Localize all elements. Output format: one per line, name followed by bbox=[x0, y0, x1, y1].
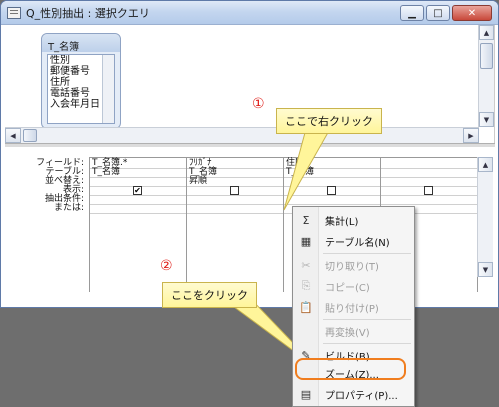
paste-icon: 📋 bbox=[299, 300, 313, 314]
sigma-icon: Σ bbox=[302, 213, 310, 227]
menu-item-copy[interactable]: ⎘ コピー(C) bbox=[293, 276, 414, 296]
menu-item-table-names[interactable]: ▦ テーブル名(N) bbox=[293, 231, 414, 251]
menu-item-properties[interactable]: ▤ プロパティ(P)... bbox=[293, 384, 414, 404]
menu-item-reconvert[interactable]: 再変換(V) bbox=[293, 321, 414, 341]
menu-item-cut[interactable]: ✂ 切り取り(T) bbox=[293, 255, 414, 275]
step-number-1: ① bbox=[252, 96, 265, 112]
annotation-pointers bbox=[220, 128, 331, 370]
callout-right-click: ここで右クリック bbox=[276, 108, 382, 134]
step-number-2: ② bbox=[160, 258, 173, 274]
callout1-pointer bbox=[283, 128, 331, 211]
copy-icon: ⎘ bbox=[301, 279, 311, 292]
properties-icon: ▤ bbox=[300, 387, 312, 401]
callout-click-here: ここをクリック bbox=[162, 282, 257, 308]
menu-item-paste[interactable]: 📋 貼り付け(P) bbox=[293, 297, 414, 317]
zoom-highlight-ring bbox=[295, 358, 406, 380]
scissors-icon: ✂ bbox=[301, 258, 311, 272]
menu-item-totals[interactable]: Σ 集計(L) bbox=[293, 210, 414, 230]
table-icon: ▦ bbox=[300, 234, 312, 248]
